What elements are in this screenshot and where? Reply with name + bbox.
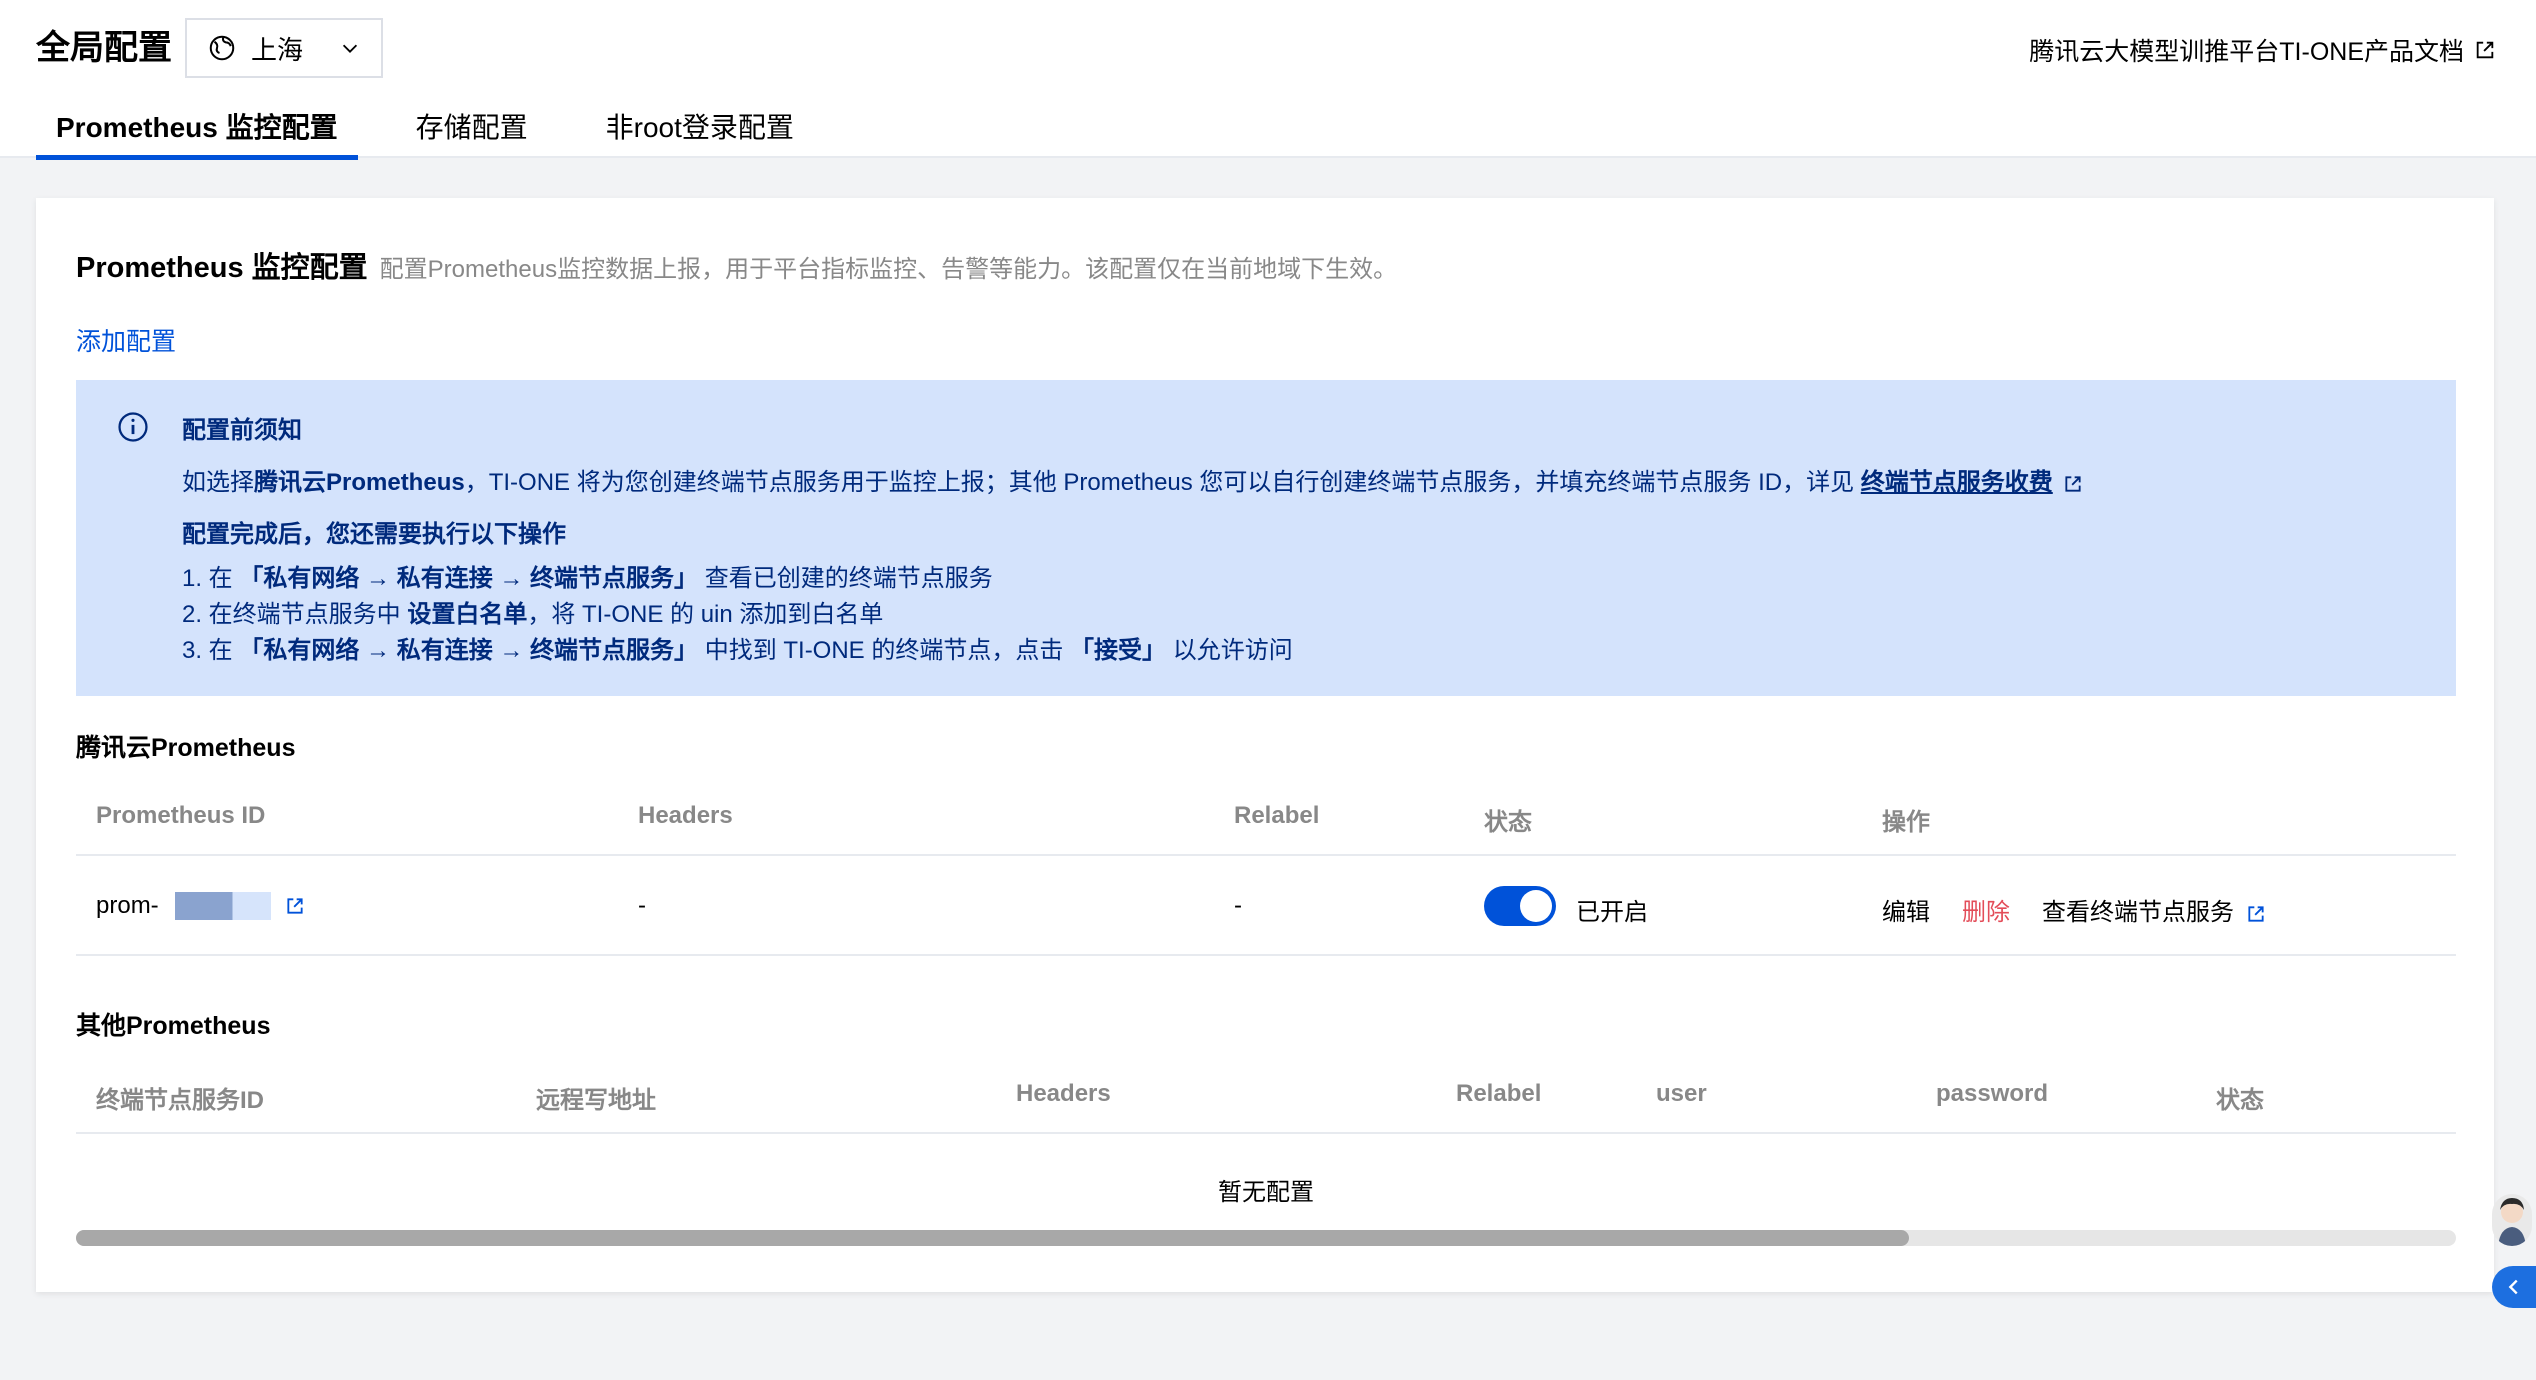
add-config-link[interactable]: 添加配置 (76, 322, 176, 358)
notice-text: ，将 TI-ONE 的 uin 添加到白名单 (527, 601, 884, 628)
status-toggle[interactable] (1484, 886, 1556, 926)
tab-non-root-login[interactable]: 非root登录配置 (586, 104, 814, 158)
card-header: Prometheus 监控配置 配置Prometheus监控数据上报，用于平台指… (76, 244, 1397, 286)
toggle-knob (1520, 890, 1552, 922)
notice-bold: 「接受」 (1070, 637, 1167, 664)
notice-bold: 设置白名单 (407, 601, 528, 628)
page-header: 全局配置 上海 腾讯云大模型训推平台TI-ONE产品文档 Prometheus … (0, 0, 2536, 160)
product-doc-link[interactable]: 腾讯云大模型训推平台TI-ONE产品文档 (2029, 32, 2496, 68)
headers-value: - (638, 892, 646, 919)
edit-link[interactable]: 编辑 (1882, 892, 1930, 927)
notice-text: 1. 在 (182, 565, 240, 592)
other-table-header: 终端节点服务ID 远程写地址 Headers Relabel user pass… (76, 1054, 2456, 1134)
external-link-icon[interactable] (2063, 474, 2083, 494)
external-link-icon (2248, 906, 2264, 922)
view-endpoint-service-link[interactable]: 查看终端节点服务 (2042, 892, 2266, 927)
collapse-sidebar-button[interactable] (2492, 1266, 2536, 1308)
tencent-prometheus-title: 腾讯云Prometheus (76, 734, 296, 762)
prometheus-id-link[interactable]: prom- (96, 892, 305, 920)
info-icon (118, 412, 148, 442)
doc-link-label: 腾讯云大模型训推平台TI-ONE产品文档 (2029, 38, 2464, 66)
notice-text: 3. 在 (182, 637, 240, 664)
chevron-left-icon (2508, 1279, 2518, 1295)
notice-box: 配置前须知 如选择腾讯云Prometheus，TI-ONE 将为您创建终端节点服… (76, 380, 2456, 696)
notice-text: 如选择 (182, 469, 254, 496)
view-endpoint-label: 查看终端节点服务 (2042, 899, 2234, 926)
column-header: 状态 (1484, 809, 1532, 836)
tab-prometheus[interactable]: Prometheus 监控配置 (36, 104, 358, 160)
card-description: 配置Prometheus监控数据上报，用于平台指标监控、告警等能力。该配置仅在当… (379, 256, 1398, 283)
notice-text: 2. 在终端节点服务中 (182, 601, 408, 628)
config-tabs: Prometheus 监控配置 存储配置 非root登录配置 (36, 104, 852, 160)
notice-text: 查看已创建的终端节点服务 (698, 565, 993, 592)
column-header: Relabel (1234, 802, 1320, 829)
card-title: Prometheus 监控配置 (76, 252, 368, 284)
notice-bold: 「私有网络 → 私有连接 → 终端节点服务」 (239, 637, 699, 664)
avatar-icon (2498, 1198, 2526, 1246)
notice-subtitle: 配置完成后，您还需要执行以下操作 (182, 521, 566, 548)
notice-bold: 「私有网络 → 私有连接 → 终端节点服务」 (239, 565, 699, 592)
notice-text: 中找到 TI-ONE 的终端节点，点击 (698, 637, 1071, 664)
empty-state: 暂无配置 (1218, 1179, 1314, 1206)
column-header: 操作 (1882, 809, 1930, 836)
notice-step-1: 1. 在 「私有网络 → 私有连接 → 终端节点服务」 查看已创建的终端节点服务 (182, 558, 993, 593)
relabel-value: - (1234, 892, 1242, 919)
other-prometheus-title: 其他Prometheus (76, 1012, 271, 1040)
external-link-icon (287, 898, 303, 914)
delete-link[interactable]: 删除 (1962, 892, 2010, 927)
table-row: prom- - - 已开启 编辑 删除 查看终端节点服务 (76, 856, 2456, 956)
prometheus-config-card: Prometheus 监控配置 配置Prometheus监控数据上报，用于平台指… (36, 198, 2494, 1292)
page-title: 全局配置 (36, 29, 172, 67)
chevron-down-icon (342, 44, 358, 53)
tab-storage[interactable]: 存储配置 (396, 104, 548, 158)
notice-title: 配置前须知 (182, 417, 302, 444)
column-header: Prometheus ID (96, 802, 266, 829)
notice-step-2: 2. 在终端节点服务中 设置白名单，将 TI-ONE 的 uin 添加到白名单 (182, 594, 883, 629)
assistant-avatar[interactable] (2492, 1194, 2532, 1246)
horizontal-scrollbar[interactable] (76, 1230, 2456, 1246)
column-header: password (1936, 1080, 2049, 1107)
prometheus-id-text: prom- (96, 892, 159, 919)
notice-text: ，TI-ONE 将为您创建终端节点服务用于监控上报；其他 Prometheus … (464, 469, 1861, 496)
column-header: Headers (1016, 1080, 1111, 1107)
masked-id (174, 892, 271, 920)
notice-text: 以允许访问 (1166, 637, 1293, 664)
column-header: 状态 (2216, 1087, 2264, 1114)
column-header: Relabel (1456, 1080, 1542, 1107)
region-label: 上海 (251, 34, 304, 65)
status-text: 已开启 (1576, 899, 1648, 926)
region-select[interactable]: 上海 (185, 18, 383, 78)
notice-bold: 腾讯云Prometheus (254, 469, 465, 496)
globe-icon (209, 35, 235, 61)
external-link-icon (2476, 41, 2494, 59)
column-header: 远程写地址 (536, 1087, 656, 1114)
endpoint-fee-link[interactable]: 终端节点服务收费 (1861, 469, 2053, 496)
column-header: 终端节点服务ID (96, 1087, 264, 1114)
tencent-table-header: Prometheus ID Headers Relabel 状态 操作 (76, 776, 2456, 856)
notice-line-1: 如选择腾讯云Prometheus，TI-ONE 将为您创建终端节点服务用于监控上… (182, 462, 2083, 497)
column-header: Headers (638, 802, 733, 829)
column-header: user (1656, 1080, 1707, 1107)
scrollbar-thumb[interactable] (76, 1230, 1909, 1246)
notice-step-3: 3. 在 「私有网络 → 私有连接 → 终端节点服务」 中找到 TI-ONE 的… (182, 630, 1293, 665)
